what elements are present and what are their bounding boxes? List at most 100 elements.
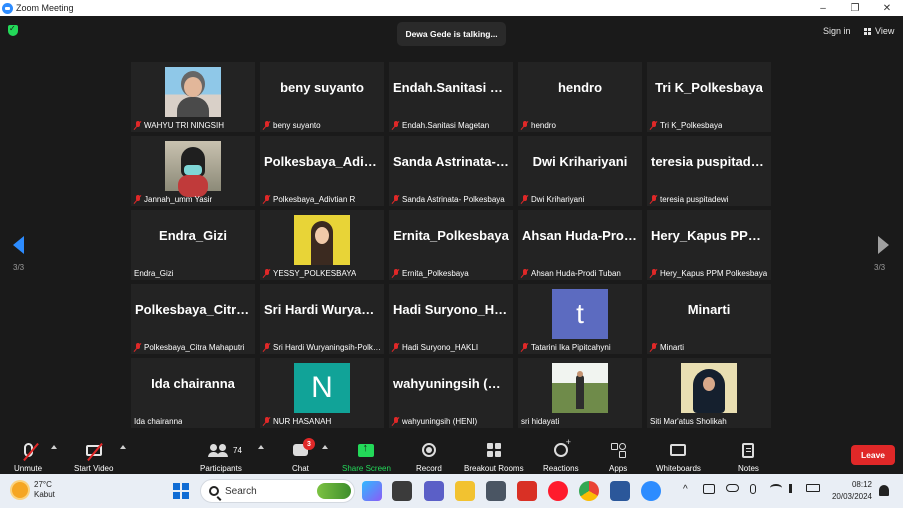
- pdf-reader-icon[interactable]: [517, 481, 537, 501]
- windows-taskbar: 27°C Kabut ^ 08:12 20/03/2024: [0, 474, 903, 508]
- title-bar: Zoom Meeting – ❐ ✕: [0, 0, 903, 16]
- participant-tile[interactable]: Minarti Minarti: [647, 284, 771, 354]
- participant-name: WAHYU TRI NINGSIH: [144, 120, 225, 130]
- reactions-smiley-icon: [553, 437, 571, 457]
- unmute-button[interactable]: Unmute: [14, 440, 42, 473]
- participant-tile[interactable]: Ida chairanna Ida chairanna: [131, 358, 255, 428]
- participant-name-label: Hery_Kapus PPM Polkesbaya: [650, 267, 767, 279]
- participant-tile[interactable]: t Tatarini Ika Pipitcahyni: [518, 284, 642, 354]
- muted-mic-icon: [650, 342, 658, 352]
- participant-name-label: Endra_Gizi: [134, 267, 174, 279]
- sign-in-link[interactable]: Sign in: [823, 26, 851, 36]
- chat-options-chevron-icon[interactable]: [322, 445, 328, 449]
- cloud-icon[interactable]: [726, 484, 739, 492]
- participant-tile[interactable]: Tri K_Polkesbaya Tri K_Polkesbaya: [647, 62, 771, 132]
- security-shield-icon[interactable]: [8, 24, 18, 36]
- sync-icon[interactable]: [703, 484, 715, 494]
- participant-tile[interactable]: Sri Hardi Wuryaningsih Sri Hardi Wuryanin…: [260, 284, 384, 354]
- participant-name: Jannah_umm Yasir: [144, 194, 213, 204]
- participant-tile[interactable]: sri hidayati: [518, 358, 642, 428]
- start-video-button[interactable]: Start Video: [74, 440, 113, 473]
- previous-page-arrow-icon[interactable]: [13, 236, 24, 254]
- teams-app-icon[interactable]: [424, 481, 444, 501]
- apps-button[interactable]: Apps: [609, 440, 627, 473]
- participant-name: Ida chairanna: [134, 416, 183, 426]
- whiteboards-button[interactable]: Whiteboards: [656, 440, 701, 473]
- taskbar-search-input[interactable]: [225, 485, 305, 497]
- participant-name-label: WAHYU TRI NINGSIH: [134, 119, 224, 131]
- participant-tile[interactable]: Polkesbaya_Citra Mahaputri Polkesbaya_Cit…: [131, 284, 255, 354]
- share-screen-button[interactable]: Share Screen: [342, 440, 391, 474]
- record-button[interactable]: Record: [416, 440, 442, 473]
- participant-tile[interactable]: Ernita_Polkesbaya Ernita_Polkesbaya: [389, 210, 513, 280]
- minimize-button[interactable]: –: [807, 0, 839, 16]
- leave-button[interactable]: Leave: [851, 445, 895, 465]
- chat-bubble-icon: 3: [292, 438, 315, 456]
- participant-tile[interactable]: Hery_Kapus PPM Polkesbaya Hery_Kapus PPM …: [647, 210, 771, 280]
- camera-app-icon[interactable]: [486, 481, 506, 501]
- participant-name: Siti Mar'atus Sholikah: [650, 416, 727, 426]
- participant-tile[interactable]: Endra_Gizi Endra_Gizi: [131, 210, 255, 280]
- participant-name-large: wahyuningsih (HENI): [393, 376, 513, 391]
- participant-tile[interactable]: hendro hendro: [518, 62, 642, 132]
- reactions-label: Reactions: [543, 464, 579, 473]
- participant-tile[interactable]: wahyuningsih (HENI) wahyuningsih (HENI): [389, 358, 513, 428]
- tray-overflow-chevron-icon[interactable]: ^: [683, 484, 688, 495]
- weather-sun-icon: [12, 482, 28, 498]
- participant-name-label: Polkesbaya_Citra Mahaputri: [134, 341, 245, 353]
- participant-tile[interactable]: YESSY_POLKESBAYA: [260, 210, 384, 280]
- chrome-browser-icon[interactable]: [579, 481, 599, 501]
- maximize-button[interactable]: ❐: [839, 0, 871, 16]
- participant-tile[interactable]: N NUR HASANAH: [260, 358, 384, 428]
- breakout-rooms-button[interactable]: Breakout Rooms: [464, 440, 524, 473]
- zoom-app-icon[interactable]: [641, 481, 661, 501]
- notes-button[interactable]: Notes: [738, 440, 759, 473]
- close-button[interactable]: ✕: [871, 0, 903, 16]
- grid-view-icon: [864, 27, 872, 35]
- participant-tile[interactable]: Endah.Sanitasi Magetan Endah.Sanitasi Mag…: [389, 62, 513, 132]
- chat-button[interactable]: 3 Chat: [292, 438, 315, 473]
- task-view-icon[interactable]: [392, 481, 412, 501]
- participant-tile[interactable]: teresia puspitadewi teresia puspitadewi: [647, 136, 771, 206]
- participant-tile[interactable]: Hadi Suryono_HAKLI Hadi Suryono_HAKLI: [389, 284, 513, 354]
- file-explorer-icon[interactable]: [455, 481, 475, 501]
- muted-microphone-icon: [22, 442, 39, 462]
- participants-options-chevron-icon[interactable]: [258, 445, 264, 449]
- taskbar-search-box[interactable]: [200, 479, 355, 503]
- window-title: Zoom Meeting: [16, 3, 74, 13]
- wifi-icon[interactable]: [770, 484, 782, 492]
- microphone-tray-icon[interactable]: [750, 484, 756, 494]
- opera-browser-icon[interactable]: [548, 481, 568, 501]
- taskbar-clock[interactable]: 08:12 20/03/2024: [828, 479, 872, 503]
- participant-tile[interactable]: Siti Mar'atus Sholikah: [647, 358, 771, 428]
- record-icon: [421, 443, 436, 457]
- battery-icon[interactable]: [806, 484, 820, 492]
- copilot-app-icon[interactable]: [362, 481, 382, 501]
- participant-tile[interactable]: Jannah_umm Yasir: [131, 136, 255, 206]
- windows-start-icon[interactable]: [173, 483, 189, 499]
- participant-tile[interactable]: beny suyanto beny suyanto: [260, 62, 384, 132]
- participant-tile[interactable]: Dwi Krihariyani Dwi Krihariyani: [518, 136, 642, 206]
- audio-options-chevron-icon[interactable]: [51, 445, 57, 449]
- weather-widget[interactable]: 27°C Kabut: [12, 480, 55, 500]
- search-icon: [209, 486, 219, 496]
- participant-tile[interactable]: WAHYU TRI NINGSIH: [131, 62, 255, 132]
- participants-button[interactable]: 74 Participants: [200, 440, 242, 473]
- page-indicator-right: 3/3: [874, 263, 886, 272]
- notification-bell-icon[interactable]: [879, 485, 889, 496]
- word-app-icon[interactable]: [610, 481, 630, 501]
- video-options-chevron-icon[interactable]: [120, 445, 126, 449]
- record-label: Record: [416, 464, 442, 473]
- muted-mic-icon: [134, 342, 142, 352]
- participant-tile[interactable]: Polkesbaya_Adivtian R Polkesbaya_Adivtian…: [260, 136, 384, 206]
- volume-icon[interactable]: [789, 484, 799, 493]
- apps-icon: [611, 443, 627, 457]
- reactions-button[interactable]: Reactions: [543, 437, 579, 473]
- participant-name-label: NUR HASANAH: [263, 415, 331, 427]
- participant-tile[interactable]: Sanda Astrinata- Polkesbaya Sanda Astrina…: [389, 136, 513, 206]
- whiteboards-label: Whiteboards: [656, 464, 701, 473]
- participant-tile[interactable]: Ahsan Huda-Prodi Tuban Ahsan Huda-Prodi T…: [518, 210, 642, 280]
- next-page-arrow-icon[interactable]: [878, 236, 889, 254]
- view-button[interactable]: View: [864, 26, 894, 36]
- participant-name-label: Dwi Krihariyani: [521, 193, 584, 205]
